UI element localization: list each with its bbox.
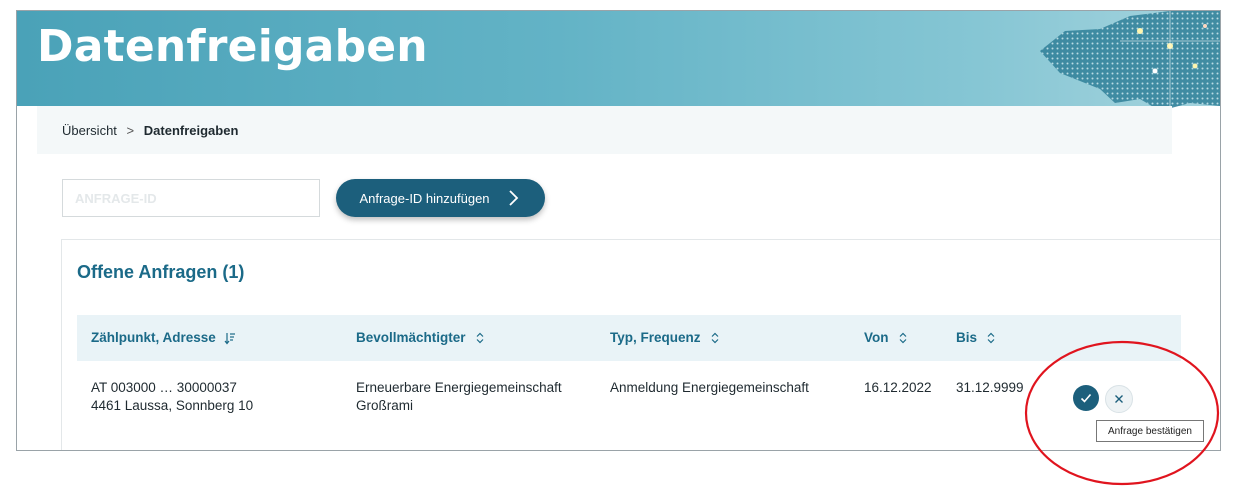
cell-zaehlpunkt-adresse: AT 003000 … 30000037 4461 Laussa, Sonnbe… xyxy=(91,379,253,415)
address-text: 4461 Laussa, Sonnberg 10 xyxy=(91,398,254,413)
page-title: Datenfreigaben xyxy=(37,21,428,72)
breadcrumb-link-uebersicht[interactable]: Übersicht xyxy=(62,123,117,138)
breadcrumb-current: Datenfreigaben xyxy=(143,123,239,138)
column-label: Zählpunkt, Adresse xyxy=(91,330,216,345)
column-label: Typ, Frequenz xyxy=(610,330,701,345)
cell-bis: 31.12.9999 xyxy=(956,380,1024,395)
breadcrumb-separator: > xyxy=(126,123,135,138)
sort-icon[interactable] xyxy=(897,331,909,345)
section-border xyxy=(61,239,62,450)
sort-icon[interactable] xyxy=(474,331,486,345)
zaehlpunkt-text: AT 003000 … 30000037 xyxy=(91,380,237,395)
sort-icon[interactable] xyxy=(709,331,721,345)
section-title-open-requests: Offene Anfragen (1) xyxy=(77,262,245,282)
sort-descending-icon[interactable] xyxy=(224,331,236,345)
column-header-von[interactable]: Von xyxy=(864,330,909,345)
column-label: Bevollmächtigter xyxy=(356,330,466,345)
column-header-zaehlpunkt[interactable]: Zählpunkt, Adresse xyxy=(91,330,236,345)
cell-typ-frequenz: Anmeldung Energiegemeinschaft xyxy=(610,380,809,395)
column-header-typ-frequenz[interactable]: Typ, Frequenz xyxy=(610,330,721,345)
breadcrumb: Übersicht > Datenfreigaben xyxy=(62,123,238,138)
add-request-id-label: Anfrage-ID hinzufügen xyxy=(359,190,490,206)
authorized-party-line: Großrami xyxy=(356,398,413,413)
breadcrumb-bar: Übersicht > Datenfreigaben xyxy=(37,106,1172,154)
add-request-id-button[interactable]: Anfrage-ID hinzufügen xyxy=(336,179,545,217)
table-header: Zählpunkt, Adresse Bevollmächtigter Typ,… xyxy=(77,315,1181,361)
cell-bevollmaechtigter: Erneuerbare Energiegemeinschaft Großrami xyxy=(356,379,562,415)
header-banner: Datenfreigaben xyxy=(17,11,1220,143)
table-row: AT 003000 … 30000037 4461 Laussa, Sonnbe… xyxy=(77,361,1181,431)
column-label: Bis xyxy=(956,330,978,345)
highlight-circle xyxy=(1024,340,1220,486)
sort-icon[interactable] xyxy=(985,331,997,345)
section-divider xyxy=(61,239,1220,240)
column-header-bis[interactable]: Bis xyxy=(956,330,997,345)
cell-von: 16.12.2022 xyxy=(864,380,932,395)
chevron-right-icon xyxy=(508,190,518,206)
request-id-input[interactable] xyxy=(62,179,320,217)
column-label: Von xyxy=(864,330,889,345)
column-header-bevollmaechtigter[interactable]: Bevollmächtigter xyxy=(356,330,486,345)
authorized-party-line: Erneuerbare Energiegemeinschaft xyxy=(356,380,562,395)
